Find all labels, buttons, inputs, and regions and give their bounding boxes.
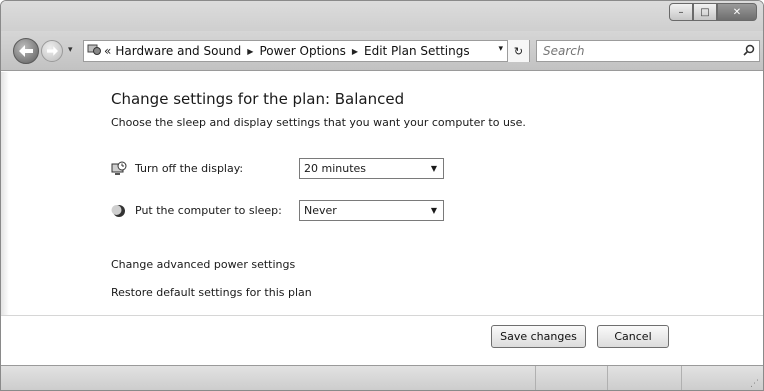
resize-grip-icon[interactable]: ⋰ (750, 379, 759, 389)
button-bar: Save changes Cancel (1, 315, 763, 365)
breadcrumb-hardware-and-sound[interactable]: Hardware and Sound (115, 44, 241, 58)
display-off-value: 20 minutes (304, 162, 367, 175)
forward-arrow-icon (46, 46, 58, 56)
window-left-edge (1, 72, 9, 315)
refresh-button[interactable]: ↻ (507, 40, 529, 62)
search-box[interactable] (536, 40, 760, 62)
status-divider (607, 366, 608, 390)
status-divider (535, 366, 536, 390)
breadcrumb-separator-icon[interactable]: ▶ (352, 47, 358, 56)
control-panel-icon (84, 42, 104, 60)
control-panel-window: – □ ✕ ▾ « Hardware and Sound ▶ Power Opt… (0, 0, 764, 391)
search-input[interactable] (537, 41, 739, 61)
breadcrumb-separator-icon[interactable]: ▶ (247, 47, 253, 56)
breadcrumb-edit-plan-settings[interactable]: Edit Plan Settings (364, 44, 470, 58)
status-bar: ⋰ (1, 365, 763, 390)
caption-buttons: – □ ✕ (669, 3, 757, 21)
sleep-select[interactable]: Never ▼ (299, 200, 444, 221)
sleep-label: Put the computer to sleep: (135, 204, 282, 217)
setting-row-sleep: Put the computer to sleep: Never ▼ (111, 200, 444, 221)
address-bar[interactable]: « Hardware and Sound ▶ Power Options ▶ E… (83, 40, 530, 62)
restore-defaults-link[interactable]: Restore default settings for this plan (111, 286, 312, 299)
moon-icon (111, 203, 127, 219)
cancel-button[interactable]: Cancel (597, 325, 669, 348)
forward-button[interactable] (41, 40, 63, 62)
main-content: Change settings for the plan: Balanced C… (1, 72, 763, 315)
page-subtitle: Choose the sleep and display settings th… (111, 116, 526, 129)
sleep-value: Never (304, 204, 337, 217)
setting-row-display: Turn off the display: 20 minutes ▼ (111, 158, 444, 179)
save-changes-button[interactable]: Save changes (491, 325, 586, 348)
address-dropdown-icon[interactable]: ▾ (498, 44, 503, 54)
recent-pages-dropdown[interactable]: ▾ (68, 45, 73, 55)
display-off-select[interactable]: 20 minutes ▼ (299, 158, 444, 179)
page-title: Change settings for the plan: Balanced (111, 90, 405, 108)
address-overflow-chevron[interactable]: « (104, 44, 111, 58)
breadcrumb-power-options[interactable]: Power Options (259, 44, 345, 58)
chevron-down-icon: ▼ (430, 206, 437, 215)
back-arrow-icon (19, 45, 33, 57)
display-off-label: Turn off the display: (135, 162, 244, 175)
close-button[interactable]: ✕ (717, 3, 757, 21)
advanced-power-settings-link[interactable]: Change advanced power settings (111, 258, 295, 271)
search-icon[interactable] (739, 44, 759, 59)
monitor-clock-icon (111, 161, 127, 177)
chevron-down-icon: ▼ (430, 164, 437, 173)
maximize-button[interactable]: □ (693, 3, 717, 21)
minimize-button[interactable]: – (669, 3, 693, 21)
navigation-bar: ▾ « Hardware and Sound ▶ Power Options ▶… (1, 31, 763, 71)
title-bar: – □ ✕ (1, 1, 763, 31)
status-divider (681, 366, 682, 390)
back-button[interactable] (13, 38, 39, 64)
